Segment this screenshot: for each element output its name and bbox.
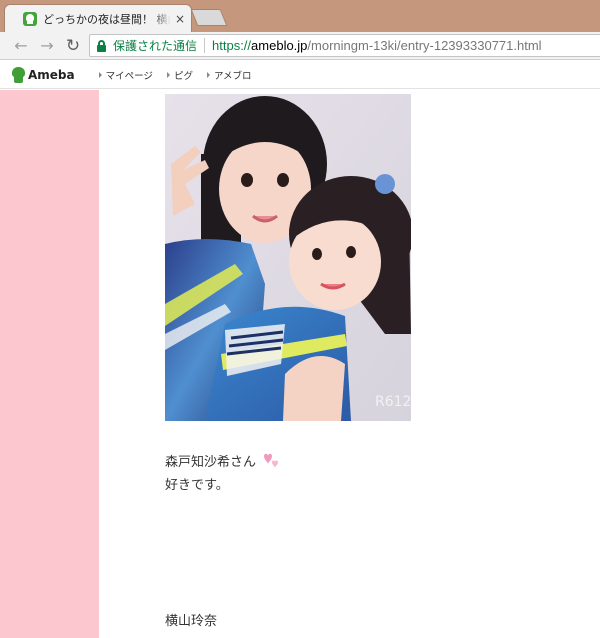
nav-link-label: アメブロ xyxy=(213,70,252,82)
url-path: /morningm-13ki/entry-12393330771.html xyxy=(307,38,542,53)
ameba-logo[interactable]: Ameba xyxy=(12,66,75,83)
ameba-header-bar: Ameba マイページ ピグ アメブロ xyxy=(0,61,600,89)
arrow-right-icon xyxy=(206,71,210,78)
selfie-illustration: R612 xyxy=(165,94,411,421)
photo-watermark: R612 xyxy=(375,394,411,410)
reload-icon[interactable]: ↻ xyxy=(64,37,82,55)
browser-toolbar: ← → ↻ 保護された通信 https://ameblo.jp/morningm… xyxy=(0,32,600,60)
ameba-favicon-icon xyxy=(23,11,37,26)
tab-close-icon[interactable]: × xyxy=(175,12,185,26)
pink-hearts-icon xyxy=(264,453,279,468)
left-sidebar-background xyxy=(0,90,99,638)
tab-title: どっちかの夜は昼間！ 横山玲奈 xyxy=(43,12,171,26)
arrow-right-icon xyxy=(98,71,102,78)
lock-icon[interactable] xyxy=(97,39,106,52)
nav-link-pigg[interactable]: ピグ xyxy=(166,68,193,82)
blog-photo[interactable]: R612 xyxy=(165,94,411,421)
url-scheme: https:// xyxy=(212,38,252,53)
nav-link-label: マイページ xyxy=(105,70,153,82)
address-bar[interactable]: 保護された通信 https://ameblo.jp/morningm-13ki/… xyxy=(89,34,600,57)
browser-tab[interactable]: どっちかの夜は昼間！ 横山玲奈 × xyxy=(4,4,192,32)
security-label[interactable]: 保護された通信 xyxy=(113,37,197,54)
arrow-right-icon xyxy=(166,71,170,78)
new-tab-button[interactable] xyxy=(190,9,228,26)
ameba-logo-icon xyxy=(12,66,25,83)
entry-text-line-2: 好きです。 xyxy=(165,478,229,493)
url-text[interactable]: https://ameblo.jp/morningm-13ki/entry-12… xyxy=(212,38,542,53)
back-arrow-icon[interactable]: ← xyxy=(12,37,30,55)
forward-arrow-icon[interactable]: → xyxy=(38,37,56,55)
nav-link-label: ピグ xyxy=(173,70,193,82)
entry-text-1: 森戸知沙希さん xyxy=(165,455,257,470)
address-divider xyxy=(204,38,206,53)
ameba-logo-text: Ameba xyxy=(28,67,75,82)
url-host: ameblo.jp xyxy=(251,38,308,53)
nav-link-mypage[interactable]: マイページ xyxy=(98,68,153,82)
entry-signature: 横山玲奈 xyxy=(165,614,218,629)
entry-text-line-1: 森戸知沙希さん xyxy=(165,451,282,470)
nav-link-ameblo[interactable]: アメブロ xyxy=(206,68,252,82)
tab-strip: どっちかの夜は昼間！ 横山玲奈 × xyxy=(0,0,600,32)
